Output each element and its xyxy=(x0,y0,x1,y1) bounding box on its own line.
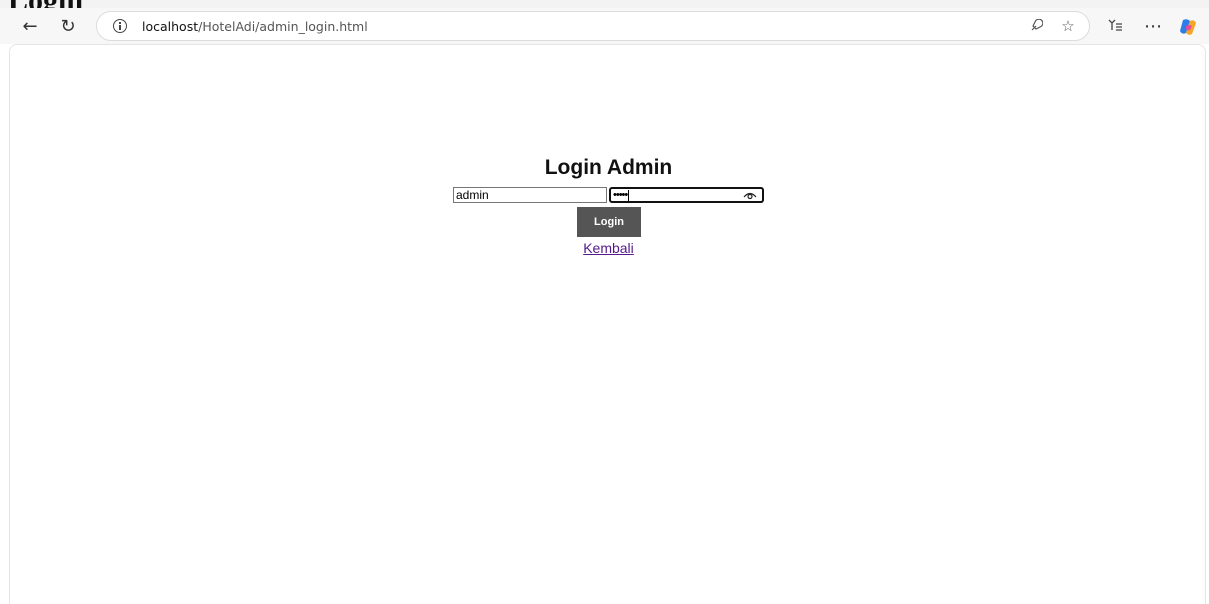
page-content: Login Admin ••••• Login Kembali xyxy=(9,44,1206,604)
login-button[interactable]: Login xyxy=(577,207,641,237)
username-input[interactable] xyxy=(453,187,607,203)
back-link-row: Kembali xyxy=(10,240,1207,256)
refresh-icon[interactable]: ↻ xyxy=(54,12,82,40)
browser-toolbar: ← ↻ localhost/HotelAdi/admin_login.html … xyxy=(0,8,1209,44)
back-link[interactable]: Kembali xyxy=(583,240,634,256)
page-title: Login Admin xyxy=(544,156,673,179)
more-icon[interactable]: ⋯ xyxy=(1139,12,1167,40)
address-bar[interactable]: localhost/HotelAdi/admin_login.html ☆ xyxy=(96,11,1090,41)
text-caret xyxy=(628,189,630,201)
info-icon[interactable] xyxy=(113,19,127,33)
star-icon[interactable]: ☆ xyxy=(1057,15,1079,37)
url-path: /HotelAdi/admin_login.html xyxy=(198,18,368,34)
eye-icon[interactable] xyxy=(743,190,757,200)
url-text[interactable]: localhost/HotelAdi/admin_login.html xyxy=(142,19,368,34)
password-value: ••••• xyxy=(613,189,628,201)
url-host: localhost xyxy=(142,18,199,34)
back-arrow-icon[interactable]: ← xyxy=(16,12,44,40)
copilot-icon[interactable] xyxy=(1178,18,1198,36)
collections-icon[interactable] xyxy=(1101,12,1129,40)
read-aloud-icon[interactable] xyxy=(1025,15,1047,37)
password-input[interactable]: ••••• xyxy=(609,187,764,203)
